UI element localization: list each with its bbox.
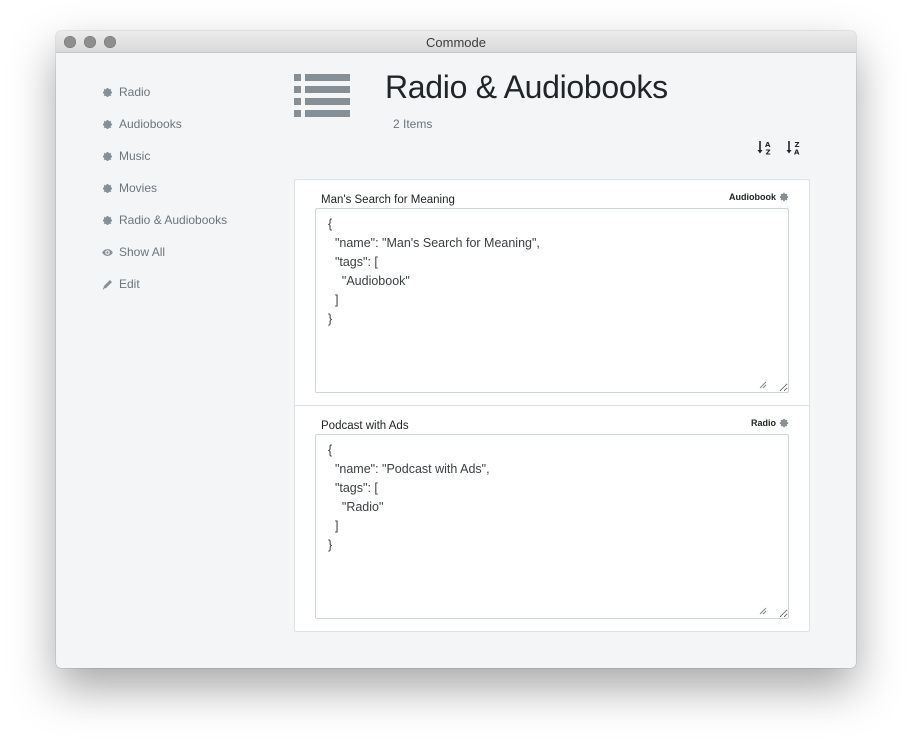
list-item: Podcast with Ads Radio { "name": "Podcas… (295, 405, 809, 631)
item-list: Man's Search for Meaning Audiobook { "na… (294, 179, 810, 632)
list-item: Man's Search for Meaning Audiobook { "na… (295, 180, 809, 406)
gear-icon (102, 87, 113, 98)
tag-label: Radio (750, 418, 776, 428)
sidebar-item-movies[interactable]: Movies (102, 172, 282, 204)
sidebar-item-label: Music (119, 149, 151, 163)
list-icon (294, 74, 350, 118)
eye-icon (102, 247, 113, 258)
sidebar: Radio Audiobooks Music Movies Radio & Au… (102, 76, 282, 300)
resize-handle-icon[interactable] (759, 381, 767, 389)
tag-badge[interactable]: Radio (751, 418, 789, 428)
app-window: Commode Radio Audiobooks Music Movies Ra… (56, 31, 856, 668)
page-title: Radio & Audiobooks (385, 69, 668, 105)
pencil-icon (102, 279, 113, 290)
gear-icon (102, 215, 113, 226)
tag-label: Audiobook (729, 192, 776, 202)
sidebar-item-label: Edit (119, 277, 140, 291)
sidebar-item-edit[interactable]: Edit (102, 268, 282, 300)
gear-icon (102, 183, 113, 194)
sidebar-item-label: Show All (119, 245, 166, 259)
gear-icon (779, 192, 789, 202)
sidebar-item-radio[interactable]: Radio (102, 76, 282, 108)
title-bar[interactable]: Commode (56, 31, 856, 53)
item-name: Podcast with Ads (321, 420, 409, 432)
sidebar-item-radio-audiobooks[interactable]: Radio & Audiobooks (102, 204, 282, 236)
sidebar-item-audiobooks[interactable]: Audiobooks (102, 108, 282, 140)
sort-desc-glyph-bottom: A (794, 149, 800, 157)
item-count: 2 Items (393, 117, 433, 131)
item-name: Man's Search for Meaning (321, 194, 455, 206)
json-editor[interactable]: { "name": "Podcast with Ads", "tags": [ … (315, 434, 789, 619)
sort-alpha-asc-icon[interactable]: A Z (756, 139, 774, 157)
sidebar-item-label: Radio & Audiobooks (119, 213, 228, 227)
resize-handle-icon[interactable] (759, 607, 767, 615)
gear-icon (102, 119, 113, 130)
window-title: Commode (426, 35, 486, 50)
sort-asc-glyph-bottom: Z (766, 149, 771, 157)
sidebar-item-show-all[interactable]: Show All (102, 236, 282, 268)
tag-badge[interactable]: Audiobook (729, 192, 789, 202)
sidebar-item-label: Radio (119, 85, 151, 99)
sort-alpha-desc-icon[interactable]: Z A (785, 139, 803, 157)
sidebar-item-label: Audiobooks (119, 117, 182, 131)
sidebar-item-label: Movies (119, 181, 158, 195)
sidebar-item-music[interactable]: Music (102, 140, 282, 172)
gear-icon (779, 418, 789, 428)
json-editor[interactable]: { "name": "Man's Search for Meaning", "t… (315, 208, 789, 393)
gear-icon (102, 151, 113, 162)
